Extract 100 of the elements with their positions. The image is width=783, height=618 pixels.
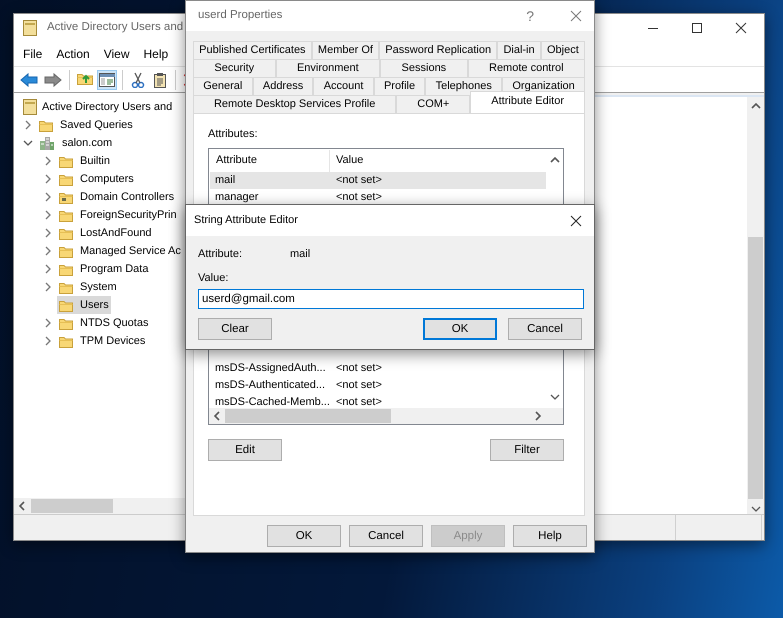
forward-icon[interactable] — [44, 72, 62, 88]
tab[interactable]: Password Replication — [379, 41, 498, 59]
tree-item[interactable]: Active Directory Users and — [21, 98, 174, 116]
list-row[interactable]: msDS-Authenticated... <not set> — [210, 376, 546, 394]
tab[interactable]: Published Certificates — [193, 41, 312, 59]
tab[interactable]: Remote Desktop Services Profile — [193, 95, 396, 113]
menu-item[interactable]: Help — [136, 45, 176, 63]
tree-item-label: Builtin — [80, 154, 110, 169]
tree-item-label: TPM Devices — [80, 334, 146, 349]
list-row[interactable]: mail <not set> — [210, 172, 546, 188]
chevron-right-icon[interactable] — [43, 282, 53, 292]
dialog-button[interactable]: OK — [267, 525, 341, 547]
clipboard-icon[interactable] — [152, 72, 168, 88]
help-button[interactable]: ? — [526, 6, 534, 26]
scroll-up-icon[interactable] — [550, 154, 560, 164]
tree-item[interactable]: Builtin — [57, 152, 112, 170]
tab[interactable]: Profile — [374, 77, 426, 95]
folder-icon — [59, 208, 73, 222]
value-field[interactable]: userd@gmail.com — [198, 288, 584, 308]
attribute-name: msDS-Authenticated... — [214, 378, 326, 393]
tree-item[interactable]: salon.com — [37, 134, 114, 152]
scroll-left-icon[interactable] — [212, 410, 222, 420]
scroll-down-icon[interactable] — [550, 392, 560, 402]
list-row[interactable]: msDS-Cached-Memb... <not set> — [210, 394, 546, 408]
up-folder-icon[interactable] — [77, 72, 93, 88]
vertical-scrollbar[interactable] — [747, 97, 764, 514]
close-icon[interactable] — [570, 214, 582, 226]
menu-item[interactable]: View — [96, 45, 136, 63]
list-row[interactable]: manager <not set> — [210, 188, 546, 206]
menu-item[interactable]: Action — [49, 45, 97, 63]
tab[interactable]: Sessions — [380, 59, 468, 77]
chevron-right-icon[interactable] — [43, 264, 53, 274]
tab[interactable]: Member Of — [312, 41, 380, 59]
tree-item[interactable]: System — [57, 278, 119, 296]
tab[interactable]: Attribute Editor — [470, 91, 585, 113]
tab[interactable]: General — [193, 77, 253, 95]
menu-item[interactable]: File — [16, 45, 50, 63]
chevron-down-icon[interactable] — [23, 138, 33, 148]
chevron-right-icon[interactable] — [43, 192, 53, 202]
tree-item[interactable]: NTDS Quotas — [57, 314, 150, 332]
tree-item[interactable]: Program Data — [57, 260, 150, 278]
attribute-value: <not set> — [335, 190, 382, 205]
field-label: Attribute: — [198, 247, 244, 262]
folder-icon — [59, 226, 73, 240]
attribute-name: mail — [214, 172, 236, 188]
chevron-right-icon[interactable] — [43, 210, 53, 220]
close-icon[interactable] — [735, 22, 747, 34]
tree-item-label: LostAndFound — [80, 226, 152, 241]
chevron-right-icon[interactable] — [43, 318, 53, 328]
horizontal-scrollbar[interactable] — [209, 408, 563, 424]
console-tree-icon[interactable] — [99, 72, 115, 88]
scroll-down-icon[interactable] — [750, 504, 760, 514]
back-icon[interactable] — [20, 72, 38, 88]
scroll-right-icon[interactable] — [533, 410, 543, 420]
tab[interactable]: COM+ — [396, 95, 470, 113]
dialog-button[interactable]: OK — [423, 318, 497, 340]
tree-item[interactable]: LostAndFound — [57, 224, 154, 242]
scroll-up-icon[interactable] — [750, 101, 760, 111]
chevron-right-icon[interactable] — [43, 174, 53, 184]
dialog-button[interactable]: Cancel — [349, 525, 423, 547]
tree-item[interactable]: Saved Queries — [37, 116, 135, 134]
tree-item[interactable]: TPM Devices — [57, 332, 148, 350]
attribute-value: <not set> — [335, 360, 382, 376]
tab[interactable]: Remote control — [468, 59, 585, 77]
tree-item[interactable]: Managed Service Ac — [57, 242, 183, 260]
dialog-button[interactable]: Cancel — [508, 318, 582, 340]
tree-item-label: Computers — [80, 172, 134, 187]
folder-icon — [59, 244, 73, 258]
attribute-value: <not set> — [335, 172, 382, 188]
dialog-button[interactable]: Clear — [198, 318, 272, 340]
tab[interactable]: Security — [193, 59, 276, 77]
tree-item-label: Saved Queries — [60, 118, 133, 133]
list-button[interactable]: Filter — [490, 438, 564, 460]
tree-item[interactable]: Domain Controllers — [57, 188, 176, 206]
folder-icon — [59, 262, 73, 276]
dialog-button: Apply — [431, 525, 505, 547]
chevron-right-icon[interactable] — [43, 246, 53, 256]
window-title: Active Directory Users and — [47, 20, 184, 36]
chevron-right-icon[interactable] — [43, 156, 53, 166]
scissors-icon[interactable] — [130, 72, 146, 88]
maximize-icon[interactable] — [691, 22, 703, 34]
list-row[interactable]: msDS-AssignedAuth... <not set> — [210, 360, 546, 376]
dialog-button[interactable]: Help — [513, 525, 587, 547]
field-label: Attributes: — [208, 127, 259, 142]
chevron-right-icon[interactable] — [43, 336, 53, 346]
chevron-right-icon[interactable] — [23, 120, 33, 130]
tree-item[interactable]: ForeignSecurityPrin — [57, 206, 179, 224]
tree-item[interactable]: Users — [57, 296, 111, 314]
tab[interactable]: Account — [313, 77, 374, 95]
column-header[interactable]: Value — [330, 150, 364, 172]
tree-item-label: Users — [80, 298, 109, 313]
tab[interactable]: Telephones — [425, 77, 502, 95]
chevron-right-icon[interactable] — [43, 228, 53, 238]
tree-item[interactable]: Computers — [57, 170, 136, 188]
list-button[interactable]: Edit — [208, 438, 282, 460]
tab[interactable]: Dial-in — [497, 41, 541, 59]
scroll-left-icon[interactable] — [17, 501, 27, 511]
tab[interactable]: Object — [540, 41, 585, 59]
tab[interactable]: Address — [252, 77, 314, 95]
tab[interactable]: Environment — [276, 59, 380, 77]
